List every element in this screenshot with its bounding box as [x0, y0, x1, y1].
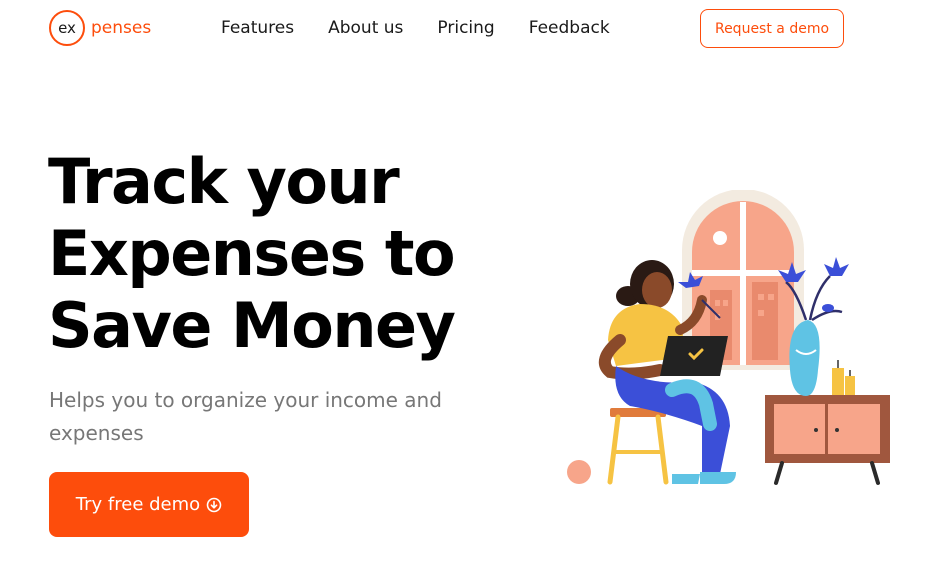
hero-title-line-1: Track your: [48, 145, 400, 218]
hero-subtitle: Helps you to organize your income and ex…: [49, 388, 442, 445]
circle-arrow-down-icon: [206, 497, 222, 513]
stool-illustration: [607, 408, 669, 485]
logo-text: penses: [91, 18, 152, 38]
try-free-demo-button[interactable]: Try free demo: [49, 472, 249, 537]
woman-with-laptop-illustration: [560, 189, 900, 490]
nav-feedback[interactable]: Feedback: [529, 16, 610, 40]
nav-features[interactable]: Features: [221, 16, 294, 40]
hero-title-line-3: Save Money: [48, 289, 456, 362]
try-free-demo-label: Try free demo: [75, 494, 201, 515]
logo[interactable]: ex penses: [49, 10, 151, 46]
hero-title-line-2: Expenses to: [48, 217, 456, 290]
nav-about-us[interactable]: About us: [328, 16, 403, 40]
candles-illustration: [832, 360, 855, 395]
nav-pricing[interactable]: Pricing: [437, 16, 494, 40]
logo-circle: ex: [49, 10, 85, 46]
ball-illustration: [567, 460, 591, 484]
request-demo-button[interactable]: Request a demo: [700, 9, 844, 48]
cabinet-illustration: [765, 395, 890, 485]
main-nav: Features About us Pricing Feedback: [221, 16, 644, 40]
hero-title: Track your Expenses to Save Money: [48, 146, 518, 362]
